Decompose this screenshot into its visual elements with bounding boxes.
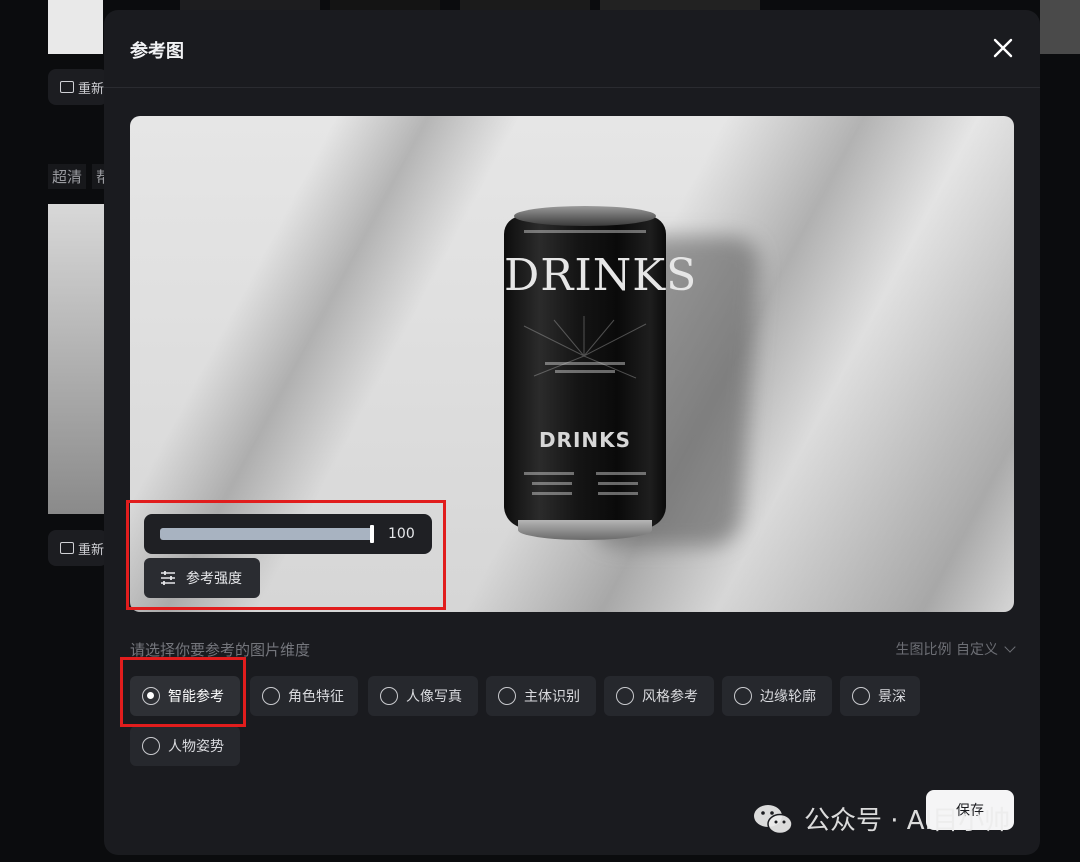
background-thumbnail[interactable] <box>460 0 590 10</box>
strength-value: 100 <box>388 526 415 542</box>
drink-can-image: DRINKS DRINKS <box>504 206 698 542</box>
option-label: 角色特征 <box>288 689 344 705</box>
edit-icon <box>60 81 74 93</box>
quality-tag: 超清 <box>48 164 87 189</box>
strength-slider-fill <box>160 528 374 540</box>
background-image[interactable] <box>48 204 108 514</box>
strength-slider[interactable] <box>160 525 374 543</box>
aspect-ratio-dropdown[interactable]: 生图比例 自定义 <box>895 639 1016 659</box>
can-fine-print <box>524 230 646 233</box>
edit-icon <box>60 542 74 554</box>
can-brand-logo: DRINKS <box>504 250 698 301</box>
can-brand-text: DRINKS <box>538 428 632 452</box>
can-fine-print <box>598 492 638 495</box>
option-label: 景深 <box>878 689 906 705</box>
background-regenerate-label: 重新 <box>78 81 105 97</box>
dimension-prompt: 请选择你要参考的图片维度 <box>130 641 311 659</box>
modal-title: 参考图 <box>130 41 184 62</box>
reference-strength-button[interactable]: 参考强度 <box>144 558 260 598</box>
background-regenerate-label: 重新 <box>78 542 105 558</box>
radio-button[interactable] <box>616 687 634 705</box>
option-label: 主体识别 <box>524 689 580 705</box>
strength-slider-panel: 100 <box>144 514 432 554</box>
can-fine-print <box>532 492 572 495</box>
option-edge-contour[interactable]: 边缘轮廓 <box>722 676 832 716</box>
reference-strength-label: 参考强度 <box>186 571 242 587</box>
modal-header: 参考图 <box>104 10 1040 88</box>
option-label: 风格参考 <box>642 689 698 705</box>
option-label: 人像写真 <box>406 689 462 705</box>
can-fine-print <box>555 370 615 373</box>
radio-button[interactable] <box>380 687 398 705</box>
close-button[interactable] <box>992 37 1014 59</box>
option-label: 人物姿势 <box>168 739 224 755</box>
background-thumbnail[interactable] <box>180 0 320 10</box>
radio-button[interactable] <box>498 687 516 705</box>
radio-button[interactable] <box>262 687 280 705</box>
background-thumbnail[interactable] <box>1040 0 1080 54</box>
reference-image-modal: 参考图 DRINKS DRINKS 100 参考强度 请选择你要参考的图片维度 … <box>104 10 1040 855</box>
option-character-features[interactable]: 角色特征 <box>250 676 358 716</box>
radio-button[interactable] <box>734 687 752 705</box>
can-bottom <box>518 520 652 540</box>
strength-slider-thumb[interactable] <box>370 525 374 543</box>
can-top <box>514 206 656 226</box>
can-line-art <box>523 316 647 379</box>
radio-button[interactable] <box>142 737 160 755</box>
option-subject-recognition[interactable]: 主体识别 <box>486 676 596 716</box>
can-fine-print <box>598 482 638 485</box>
option-smart-reference[interactable]: 智能参考 <box>130 676 240 716</box>
background-regenerate-button[interactable]: 重新 <box>48 69 108 105</box>
option-depth-of-field[interactable]: 景深 <box>840 676 920 716</box>
save-button[interactable]: 保存 <box>926 790 1014 830</box>
chevron-down-icon <box>1004 641 1016 653</box>
option-portrait[interactable]: 人像写真 <box>368 676 478 716</box>
radio-button[interactable] <box>852 687 870 705</box>
can-fine-print <box>545 362 625 365</box>
background-thumbnail[interactable] <box>330 0 440 10</box>
can-fine-print <box>524 472 574 475</box>
can-fine-print <box>532 482 572 485</box>
option-label: 边缘轮廓 <box>760 689 816 705</box>
option-pose[interactable]: 人物姿势 <box>130 726 240 766</box>
can-fine-print <box>596 472 646 475</box>
option-style-reference[interactable]: 风格参考 <box>604 676 714 716</box>
radio-button[interactable] <box>142 687 160 705</box>
background-regenerate-button[interactable]: 重新 <box>48 530 108 566</box>
sliders-icon <box>161 571 175 585</box>
aspect-ratio-label: 生图比例 自定义 <box>895 642 998 658</box>
reference-image-preview: DRINKS DRINKS 100 参考强度 <box>130 116 1014 612</box>
option-label: 智能参考 <box>168 689 224 705</box>
background-thumbnail[interactable] <box>48 0 103 54</box>
background-thumbnail[interactable] <box>600 0 760 10</box>
close-icon <box>993 38 1013 58</box>
